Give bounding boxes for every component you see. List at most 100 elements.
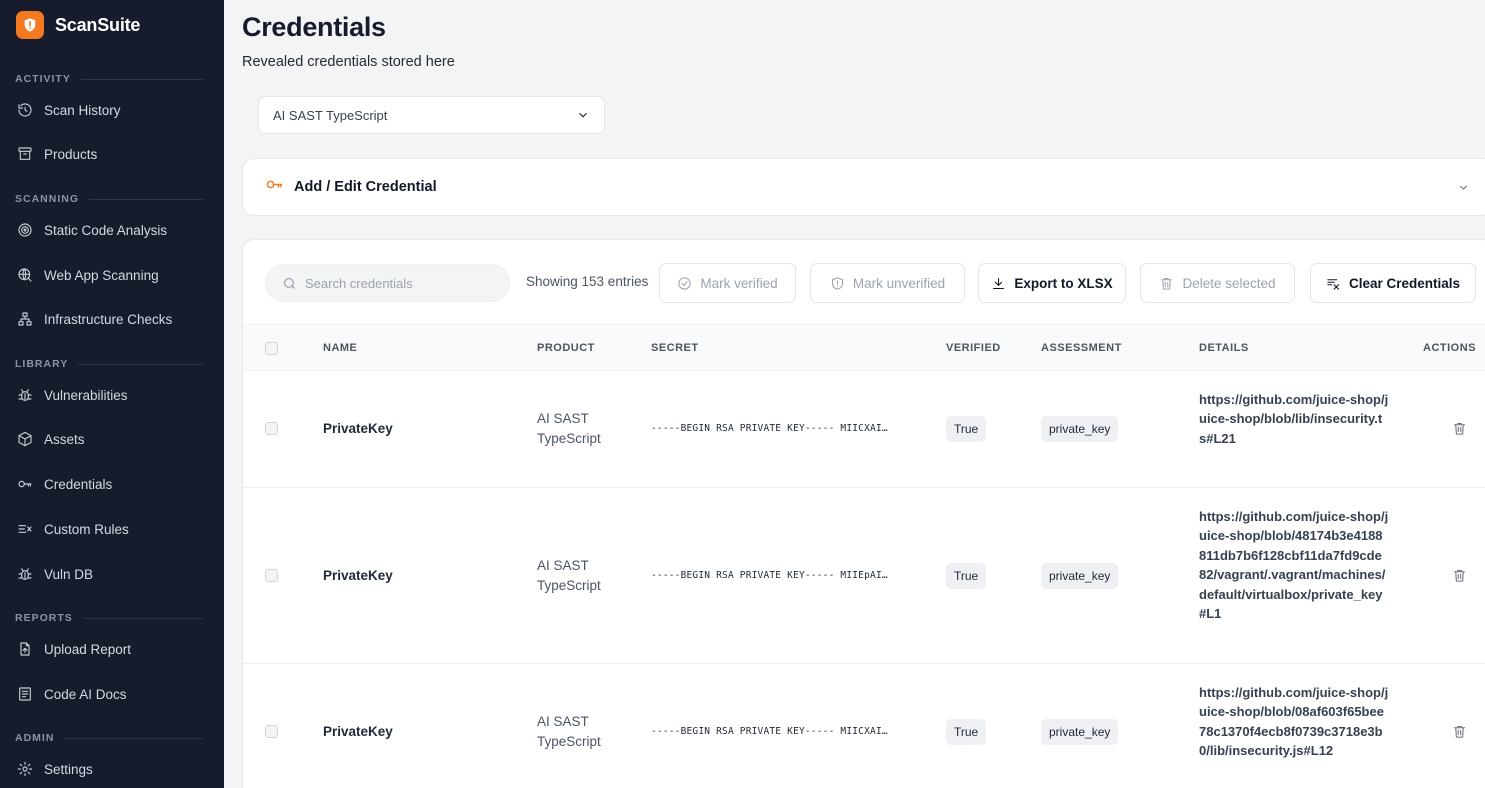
globe-search-icon	[16, 267, 33, 284]
sidebar-item-scan-history[interactable]: Scan History	[16, 99, 121, 121]
sidebar-item-label: Assets	[44, 431, 85, 447]
add-edit-credential-panel[interactable]: Add / Edit Credential	[242, 158, 1485, 216]
mark-verified-label: Mark verified	[700, 275, 778, 291]
sidebar-item-label: Custom Rules	[44, 521, 129, 537]
key-icon	[16, 476, 33, 493]
file-upload-icon	[16, 641, 33, 658]
sidebar-item-label: Settings	[44, 761, 93, 777]
brand[interactable]: ScanSuite	[16, 11, 140, 39]
search-icon	[283, 277, 295, 289]
table-toolbar: Search credentials Showing 153 entries M…	[265, 263, 1485, 303]
sidebar-item-static-code-analysis[interactable]: Static Code Analysis	[16, 219, 167, 241]
sidebar-item-label: Static Code Analysis	[44, 222, 168, 238]
mark-unverified-label: Mark unverified	[852, 275, 946, 291]
credential-name: PrivateKey	[323, 421, 393, 436]
assessment-badge: private_key	[1041, 416, 1119, 442]
credential-product: AI SAST TypeScript	[537, 714, 601, 749]
sidebar-item-vulnerabilities[interactable]: Vulnerabilities	[16, 384, 128, 406]
section-label-admin: ADMIN	[15, 732, 203, 744]
cube-icon	[16, 431, 33, 448]
export-xlsx-button[interactable]: Export to XLSX	[978, 263, 1126, 303]
section-label-scanning: SCANNING	[15, 193, 203, 205]
section-label-activity: ACTIVITY	[15, 73, 203, 85]
section-label-library: LIBRARY	[15, 358, 203, 370]
rules-icon	[16, 521, 33, 538]
shield-logo-icon	[16, 11, 44, 39]
shield-alert-icon	[831, 276, 843, 290]
table-row[interactable]: PrivateKey AI SAST TypeScript -----BEGIN…	[243, 487, 1485, 663]
download-icon	[993, 277, 1005, 289]
credential-secret: -----BEGIN RSA PRIVATE KEY----- MIIEpAI…	[651, 570, 888, 581]
sidebar-item-label: Scan History	[44, 102, 121, 118]
column-header-verified[interactable]: VERIFIED	[946, 342, 1001, 354]
credential-secret: -----BEGIN RSA PRIVATE KEY----- MIICXAI…	[651, 423, 888, 434]
row-checkbox[interactable]	[265, 422, 278, 435]
sidebar-item-upload-report[interactable]: Upload Report	[16, 638, 131, 660]
sidebar-item-label: Web App Scanning	[44, 267, 159, 283]
verified-badge: True	[946, 416, 987, 442]
bug-icon	[16, 566, 33, 583]
table-row[interactable]: PrivateKey AI SAST TypeScript -----BEGIN…	[243, 663, 1485, 788]
chevron-down-icon[interactable]	[1457, 181, 1470, 199]
document-icon	[16, 686, 33, 703]
row-checkbox[interactable]	[265, 725, 278, 738]
sidebar-item-vuln-db[interactable]: Vuln DB	[16, 563, 93, 585]
column-header-secret[interactable]: SECRET	[651, 342, 699, 354]
credential-details: https://github.com/juice-shop/juice-shop…	[1199, 685, 1389, 759]
credential-product: AI SAST TypeScript	[537, 411, 601, 446]
mark-verified-button[interactable]: Mark verified	[659, 263, 796, 303]
trash-icon[interactable]	[1452, 568, 1467, 588]
assessment-badge: private_key	[1041, 719, 1119, 745]
sidebar-item-label: Vuln DB	[44, 566, 94, 582]
verified-badge: True	[946, 563, 987, 589]
sidebar-item-credentials[interactable]: Credentials	[16, 473, 112, 495]
sidebar-item-web-app-scanning[interactable]: Web App Scanning	[16, 264, 159, 286]
sidebar-item-label: Vulnerabilities	[44, 387, 128, 403]
verified-badge: True	[946, 719, 987, 745]
table-row[interactable]: PrivateKey AI SAST TypeScript -----BEGIN…	[243, 370, 1485, 487]
product-select-value: AI SAST TypeScript	[273, 107, 388, 123]
main-content: Credentials Revealed credentials stored …	[224, 0, 1485, 788]
export-label: Export to XLSX	[1014, 275, 1113, 291]
delete-selected-label: Delete selected	[1182, 275, 1276, 291]
clear-list-icon	[1327, 278, 1339, 290]
sidebar-item-code-ai-docs[interactable]: Code AI Docs	[16, 683, 127, 705]
sidebar-item-label: Infrastructure Checks	[44, 311, 173, 327]
product-select[interactable]: AI SAST TypeScript	[258, 96, 605, 134]
row-checkbox[interactable]	[265, 569, 278, 582]
table-header: NAME PRODUCT SECRET VERIFIED ASSESSMENT …	[243, 324, 1485, 370]
column-header-product[interactable]: PRODUCT	[537, 342, 595, 354]
column-header-name[interactable]: NAME	[323, 342, 357, 354]
column-header-actions: ACTIONS	[1423, 342, 1476, 354]
sidebar-item-infrastructure-checks[interactable]: Infrastructure Checks	[16, 308, 172, 330]
sidebar-item-label: Credentials	[44, 476, 113, 492]
gear-icon	[16, 761, 33, 778]
sidebar: ScanSuite ACTIVITY Scan History Products…	[0, 0, 224, 788]
target-icon	[16, 222, 33, 239]
page-subtitle: Revealed credentials stored here	[242, 54, 455, 70]
credential-secret: -----BEGIN RSA PRIVATE KEY----- MIICXAI…	[651, 726, 888, 737]
credential-name: PrivateKey	[323, 568, 393, 583]
column-header-details[interactable]: DETAILS	[1199, 342, 1249, 354]
sidebar-item-assets[interactable]: Assets	[16, 428, 85, 450]
sidebar-item-products[interactable]: Products	[16, 143, 97, 165]
delete-selected-button[interactable]: Delete selected	[1140, 263, 1295, 303]
chevron-down-icon	[576, 108, 590, 122]
sidebar-item-label: Products	[44, 146, 98, 162]
credential-name: PrivateKey	[323, 724, 393, 739]
assessment-badge: private_key	[1041, 563, 1119, 589]
key-icon	[265, 175, 284, 199]
credentials-table-card: Search credentials Showing 153 entries M…	[242, 239, 1485, 788]
select-all-checkbox[interactable]	[265, 342, 278, 355]
trash-icon[interactable]	[1452, 724, 1467, 744]
trash-icon[interactable]	[1452, 421, 1467, 441]
mark-unverified-button[interactable]: Mark unverified	[810, 263, 965, 303]
sidebar-item-custom-rules[interactable]: Custom Rules	[16, 518, 129, 540]
sidebar-item-settings[interactable]: Settings	[16, 758, 93, 780]
search-placeholder: Search credentials	[305, 275, 413, 291]
clear-credentials-button[interactable]: Clear Credentials	[1310, 263, 1476, 303]
search-input[interactable]: Search credentials	[265, 264, 510, 302]
network-icon	[16, 311, 33, 328]
column-header-assessment[interactable]: ASSESSMENT	[1041, 342, 1122, 354]
sidebar-item-label: Upload Report	[44, 641, 132, 657]
